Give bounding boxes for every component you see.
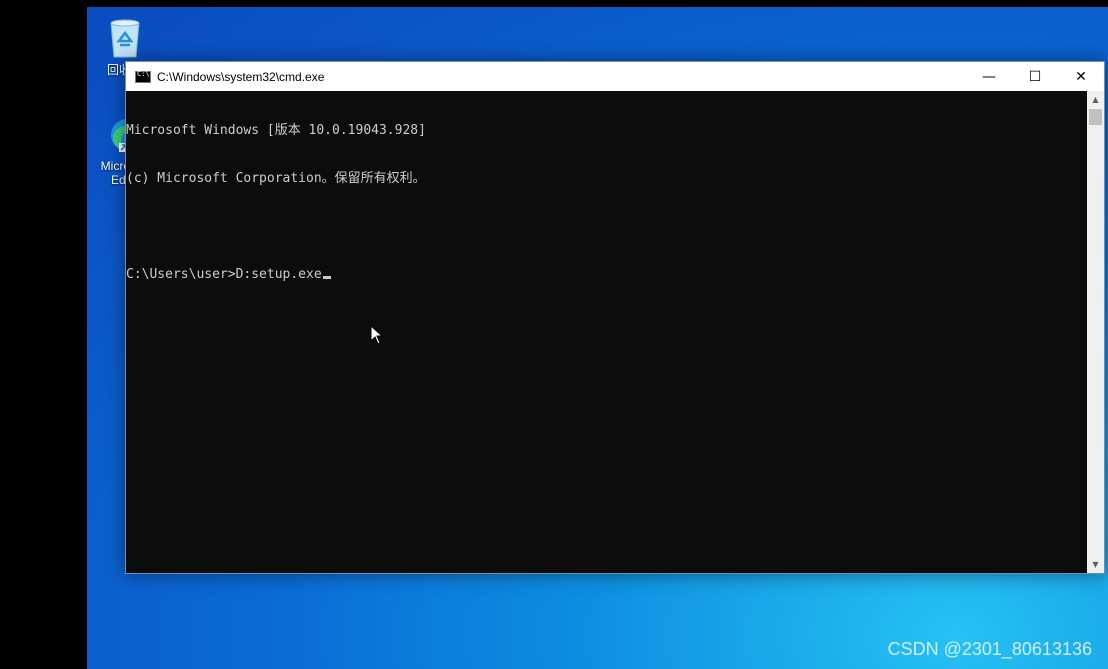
recycle-bin-icon [110, 19, 140, 58]
console-prompt-line[interactable]: C:\Users\user>D:setup.exe [126, 267, 1087, 283]
close-button[interactable]: ✕ [1058, 62, 1104, 91]
cmd-window[interactable]: C:\Windows\system32\cmd.exe — ☐ ✕ Micros… [125, 61, 1105, 574]
watermark: CSDN @2301_80613136 [887, 639, 1092, 659]
screen: 回收站 Microsoft Edge CSDN @2301_80613136 C… [0, 0, 1108, 669]
vertical-scrollbar[interactable]: ▲ ▼ [1087, 91, 1104, 573]
console-line: Microsoft Windows [版本 10.0.19043.928] [126, 123, 426, 138]
console-line: (c) Microsoft Corporation。保留所有权利。 [126, 171, 426, 186]
scroll-thumb[interactable] [1089, 109, 1102, 125]
console-prompt[interactable]: C:\Users\user>D:setup.exe [126, 267, 322, 282]
maximize-button[interactable]: ☐ [1012, 62, 1058, 91]
cmd-icon [135, 70, 151, 83]
black-margin [0, 0, 87, 669]
scroll-up-icon[interactable]: ▲ [1087, 91, 1104, 108]
scroll-down-icon[interactable]: ▼ [1087, 556, 1104, 573]
console-output[interactable]: Microsoft Windows [版本 10.0.19043.928] (c… [126, 91, 1087, 573]
minimize-button[interactable]: — [966, 62, 1012, 91]
titlebar[interactable]: C:\Windows\system32\cmd.exe — ☐ ✕ [126, 62, 1104, 91]
mouse-pointer-icon [370, 325, 384, 345]
text-cursor [322, 276, 331, 279]
window-title: C:\Windows\system32\cmd.exe [157, 69, 325, 84]
